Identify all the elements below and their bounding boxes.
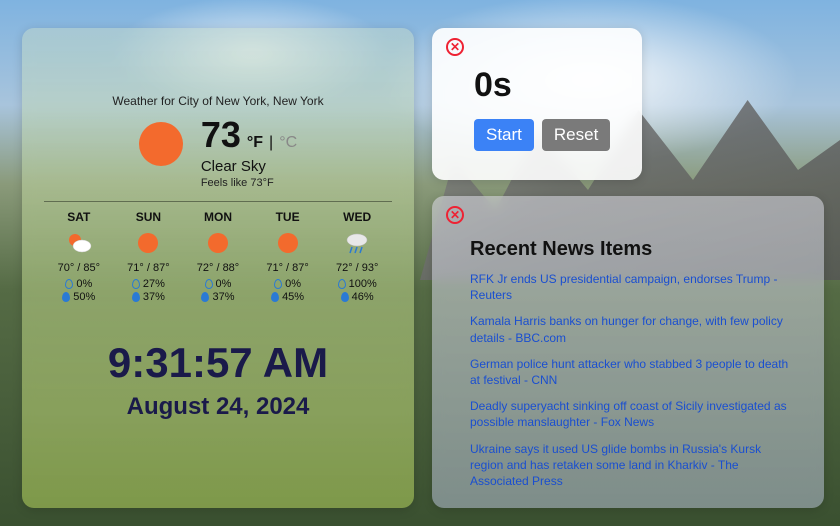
forecast-humidity: 37% — [132, 291, 165, 303]
raindrop-icon — [62, 292, 70, 302]
weather-widget: Weather for City of New York, New York 7… — [22, 28, 414, 508]
raindrop-outline-icon — [65, 279, 73, 289]
forecast-temps: 71° / 87° — [127, 262, 169, 274]
forecast-row: SAT70° / 85°0%50%SUN71° / 87°27%37%MON72… — [42, 210, 394, 303]
news-title: Recent News Items — [470, 238, 810, 261]
forecast-humidity: 46% — [341, 291, 374, 303]
news-item[interactable]: Deadly superyacht sinking off coast of S… — [470, 398, 792, 430]
unit-celsius[interactable]: °C — [279, 134, 297, 152]
forecast-humidity: 37% — [201, 291, 234, 303]
divider — [44, 201, 392, 202]
close-icon[interactable]: ✕ — [446, 38, 464, 56]
forecast-precip: 0% — [274, 278, 301, 290]
stopwatch-widget: ✕ 0s Start Reset — [432, 28, 642, 180]
sunny-icon — [275, 230, 301, 256]
news-item[interactable]: RFK Jr ends US presidential campaign, en… — [470, 271, 792, 303]
raindrop-outline-icon — [132, 279, 140, 289]
raindrop-icon — [132, 292, 140, 302]
clock-time: 9:31:57 AM — [42, 339, 394, 387]
current-temp: 73 — [201, 114, 241, 156]
forecast-day: MON 72° / 88° 0%37% — [183, 210, 253, 303]
forecast-day: SAT 70° / 85° 0%50% — [44, 210, 114, 303]
raindrop-outline-icon — [274, 279, 282, 289]
forecast-humidity: 45% — [271, 291, 304, 303]
forecast-day: SUN 71° / 87° 27%37% — [114, 210, 184, 303]
close-icon[interactable]: ✕ — [446, 206, 464, 224]
forecast-day-name: MON — [204, 210, 232, 224]
forecast-precip: 0% — [65, 278, 92, 290]
start-button[interactable]: Start — [474, 119, 534, 151]
forecast-day-name: WED — [343, 210, 371, 224]
forecast-day: TUE 71° / 87° 0%45% — [253, 210, 323, 303]
forecast-precip: 27% — [132, 278, 165, 290]
forecast-temps: 72° / 88° — [197, 262, 239, 274]
unit-separator: | — [269, 134, 273, 152]
forecast-humidity: 50% — [62, 291, 95, 303]
unit-fahrenheit[interactable]: °F — [247, 134, 263, 152]
news-list[interactable]: RFK Jr ends US presidential campaign, en… — [470, 271, 810, 489]
current-weather: 73 °F | °C Clear Sky Feels like 73°F — [42, 114, 394, 189]
forecast-precip: 0% — [205, 278, 232, 290]
raindrop-outline-icon — [338, 279, 346, 289]
forecast-precip: 100% — [338, 278, 377, 290]
clock-date: August 24, 2024 — [42, 393, 394, 421]
forecast-temps: 72° / 93° — [336, 262, 378, 274]
news-widget: ✕ Recent News Items RFK Jr ends US presi… — [432, 196, 824, 508]
partly-cloudy-icon — [66, 230, 92, 256]
weather-location: Weather for City of New York, New York — [42, 94, 394, 108]
sunny-icon — [135, 230, 161, 256]
forecast-day-name: TUE — [276, 210, 300, 224]
sunny-icon — [205, 230, 231, 256]
reset-button[interactable]: Reset — [542, 119, 610, 151]
raindrop-icon — [341, 292, 349, 302]
feels-like: Feels like 73°F — [201, 177, 297, 189]
forecast-temps: 70° / 85° — [58, 262, 100, 274]
weather-condition: Clear Sky — [201, 158, 297, 175]
forecast-day: WED 72° / 93° 100%46% — [322, 210, 392, 303]
raindrop-icon — [201, 292, 209, 302]
forecast-day-name: SAT — [67, 210, 90, 224]
raindrop-icon — [271, 292, 279, 302]
sun-icon — [139, 122, 183, 166]
raindrop-outline-icon — [205, 279, 213, 289]
rainy-icon — [344, 230, 370, 256]
news-item[interactable]: Kamala Harris banks on hunger for change… — [470, 313, 792, 345]
news-item[interactable]: Ukraine says it used US glide bombs in R… — [470, 441, 792, 490]
forecast-day-name: SUN — [136, 210, 161, 224]
news-item[interactable]: German police hunt attacker who stabbed … — [470, 356, 792, 388]
forecast-temps: 71° / 87° — [266, 262, 308, 274]
clock-widget: 9:31:57 AM August 24, 2024 — [42, 339, 394, 421]
stopwatch-elapsed: 0s — [474, 66, 628, 105]
